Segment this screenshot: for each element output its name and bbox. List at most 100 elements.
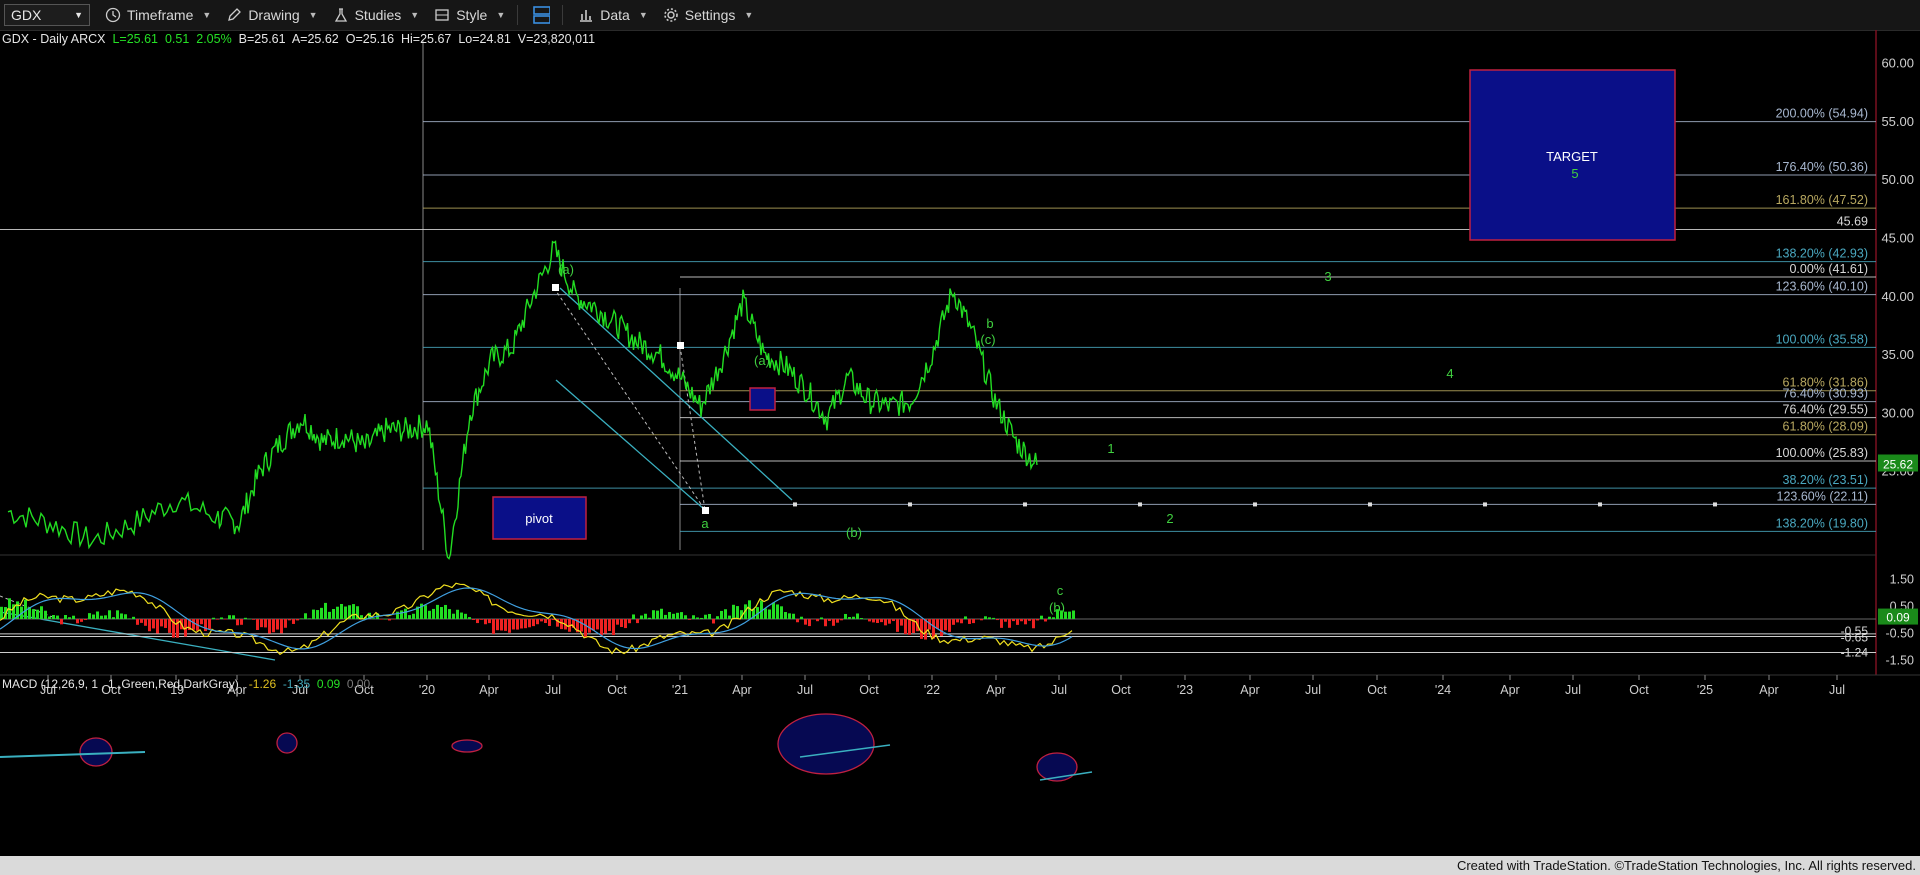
y-tick-label: 45.00 — [1881, 231, 1914, 246]
chart-area[interactable]: 200.00% (54.94) 176.40% (50.36) 161.80% (4… — [0, 30, 1920, 856]
fib-level-label: 123.60% (40.10) — [1776, 280, 1868, 294]
macd-histogram-bar — [792, 613, 795, 619]
macd-histogram-bar — [948, 619, 951, 632]
macd-histogram-bar — [844, 613, 847, 619]
macd-histogram-bar — [640, 615, 643, 619]
macd-histogram-bar — [716, 616, 719, 619]
macd-histogram-bar — [192, 619, 195, 630]
macd-marker-label: -0.65 — [1841, 630, 1869, 644]
clock-icon — [104, 6, 122, 24]
macd-histogram-bar — [816, 619, 819, 622]
macd-histogram-bar — [972, 619, 975, 624]
macd-histogram-bar — [56, 615, 59, 619]
fib-level-label: 161.80% (47.52) — [1776, 193, 1868, 207]
x-tick-label: Oct — [1111, 683, 1131, 697]
timeframe-menu[interactable]: Timeframe ▼ — [104, 6, 211, 24]
studies-menu[interactable]: Studies ▼ — [332, 6, 419, 24]
macd-histogram-bar — [788, 613, 791, 619]
macd-histogram-bar — [544, 619, 547, 624]
macd-histogram-bar — [80, 619, 83, 622]
macd-histogram-bar — [772, 602, 775, 619]
macd-histogram-bar — [944, 619, 947, 631]
drawing-label: Drawing — [248, 7, 300, 23]
x-tick-label: Apr — [479, 683, 498, 697]
macd-histogram-bar — [676, 612, 679, 619]
macd-histogram-bar — [824, 619, 827, 627]
macd-histogram-bar — [76, 619, 79, 624]
macd-histogram-bar — [244, 617, 247, 619]
macd-histogram-bar — [1020, 619, 1023, 622]
x-tick-label: '24 — [1435, 683, 1451, 697]
macd-histogram-bar — [496, 619, 499, 631]
settings-menu[interactable]: Settings ▼ — [662, 6, 753, 24]
x-tick-label: '21 — [672, 683, 688, 697]
macd-histogram-bar — [1028, 619, 1031, 621]
caret-down-icon: ▼ — [496, 10, 506, 20]
macd-histogram-bar — [1024, 619, 1027, 625]
macd-histogram-bar — [236, 619, 239, 626]
level-dot — [1713, 502, 1717, 507]
macd-histogram-bar — [276, 619, 279, 630]
price-chart[interactable]: 200.00% (54.94) 176.40% (50.36) 161.80% (4… — [0, 30, 1920, 856]
macd-tick-label: 1.50 — [1890, 573, 1914, 587]
fib-level-label: 123.60% (22.11) — [1777, 489, 1869, 503]
macd-histogram-bar — [892, 619, 895, 622]
macd-histogram-bar — [404, 608, 407, 619]
style-menu[interactable]: Style ▼ — [433, 6, 505, 24]
fib-level-label: 100.00% (25.83) — [1776, 446, 1868, 460]
macd-histogram-bar — [280, 619, 283, 634]
macd-histogram-bar — [240, 619, 243, 625]
data-menu[interactable]: Data ▼ — [577, 6, 648, 24]
macd-histogram-bar — [864, 618, 867, 620]
macd-histogram-bar — [52, 614, 55, 619]
macd-histogram-bar — [660, 608, 663, 619]
macd-histogram-bar — [876, 619, 879, 624]
macd-histogram-bar — [724, 609, 727, 619]
macd-highlight-ellipse — [79, 737, 113, 767]
quote-high: Hi=25.67 — [400, 32, 452, 46]
macd-histogram-bar — [340, 603, 343, 619]
macd-histogram-bar — [780, 606, 783, 619]
x-tick-label: Apr — [1500, 683, 1519, 697]
macd-histogram-bar — [428, 610, 431, 619]
macd-histogram-bar — [48, 616, 51, 619]
macd-histogram-bar — [224, 619, 227, 620]
macd-histogram-bar — [984, 616, 987, 619]
macd-histogram-bar — [140, 619, 143, 623]
macd-histogram-bar — [524, 619, 527, 629]
symbol-selector[interactable]: GDX ▼ — [4, 4, 90, 26]
drawing-menu[interactable]: Drawing ▼ — [225, 6, 318, 24]
macd-histogram-bar — [40, 606, 43, 619]
macd-histogram-bar — [636, 619, 639, 624]
macd-histogram-bar — [400, 610, 403, 619]
macd-histogram-bar — [536, 619, 539, 625]
macd-histogram-bar — [528, 619, 531, 628]
macd-value: -1.26 — [248, 677, 277, 691]
flask-icon — [332, 6, 350, 24]
macd-histogram-bar — [152, 619, 155, 629]
macd-histogram-bar — [608, 619, 611, 632]
layout-button[interactable] — [532, 6, 551, 24]
macd-histogram-bar — [372, 618, 375, 619]
x-tick-label: Oct — [1629, 683, 1649, 697]
macd-histogram-bar — [832, 619, 835, 626]
macd-histogram-bar — [920, 619, 923, 639]
macd-trendline — [0, 751, 146, 758]
macd-histogram-bar — [540, 619, 543, 622]
macd-histogram-bar — [324, 602, 327, 619]
macd-histogram-bar — [108, 610, 111, 619]
macd-histogram-bar — [616, 619, 619, 625]
y-tick-label: 30.00 — [1881, 405, 1914, 420]
quote-volume: V=23,820,011 — [517, 32, 596, 46]
macd-histogram-bar — [632, 614, 635, 619]
macd-histogram-bar — [828, 619, 831, 621]
macd-histogram-bar — [652, 610, 655, 619]
macd-histogram-bar — [128, 618, 131, 619]
macd-histogram-bar — [988, 617, 991, 619]
macd-histogram-bar — [288, 619, 291, 621]
pivot-box-label: pivot — [525, 511, 553, 526]
fib-level-label: 61.80% (28.09) — [1783, 420, 1868, 434]
macd-hist-value: 0.09 — [316, 677, 341, 691]
x-tick-label: '20 — [419, 683, 435, 697]
macd-histogram-bar — [232, 615, 235, 619]
